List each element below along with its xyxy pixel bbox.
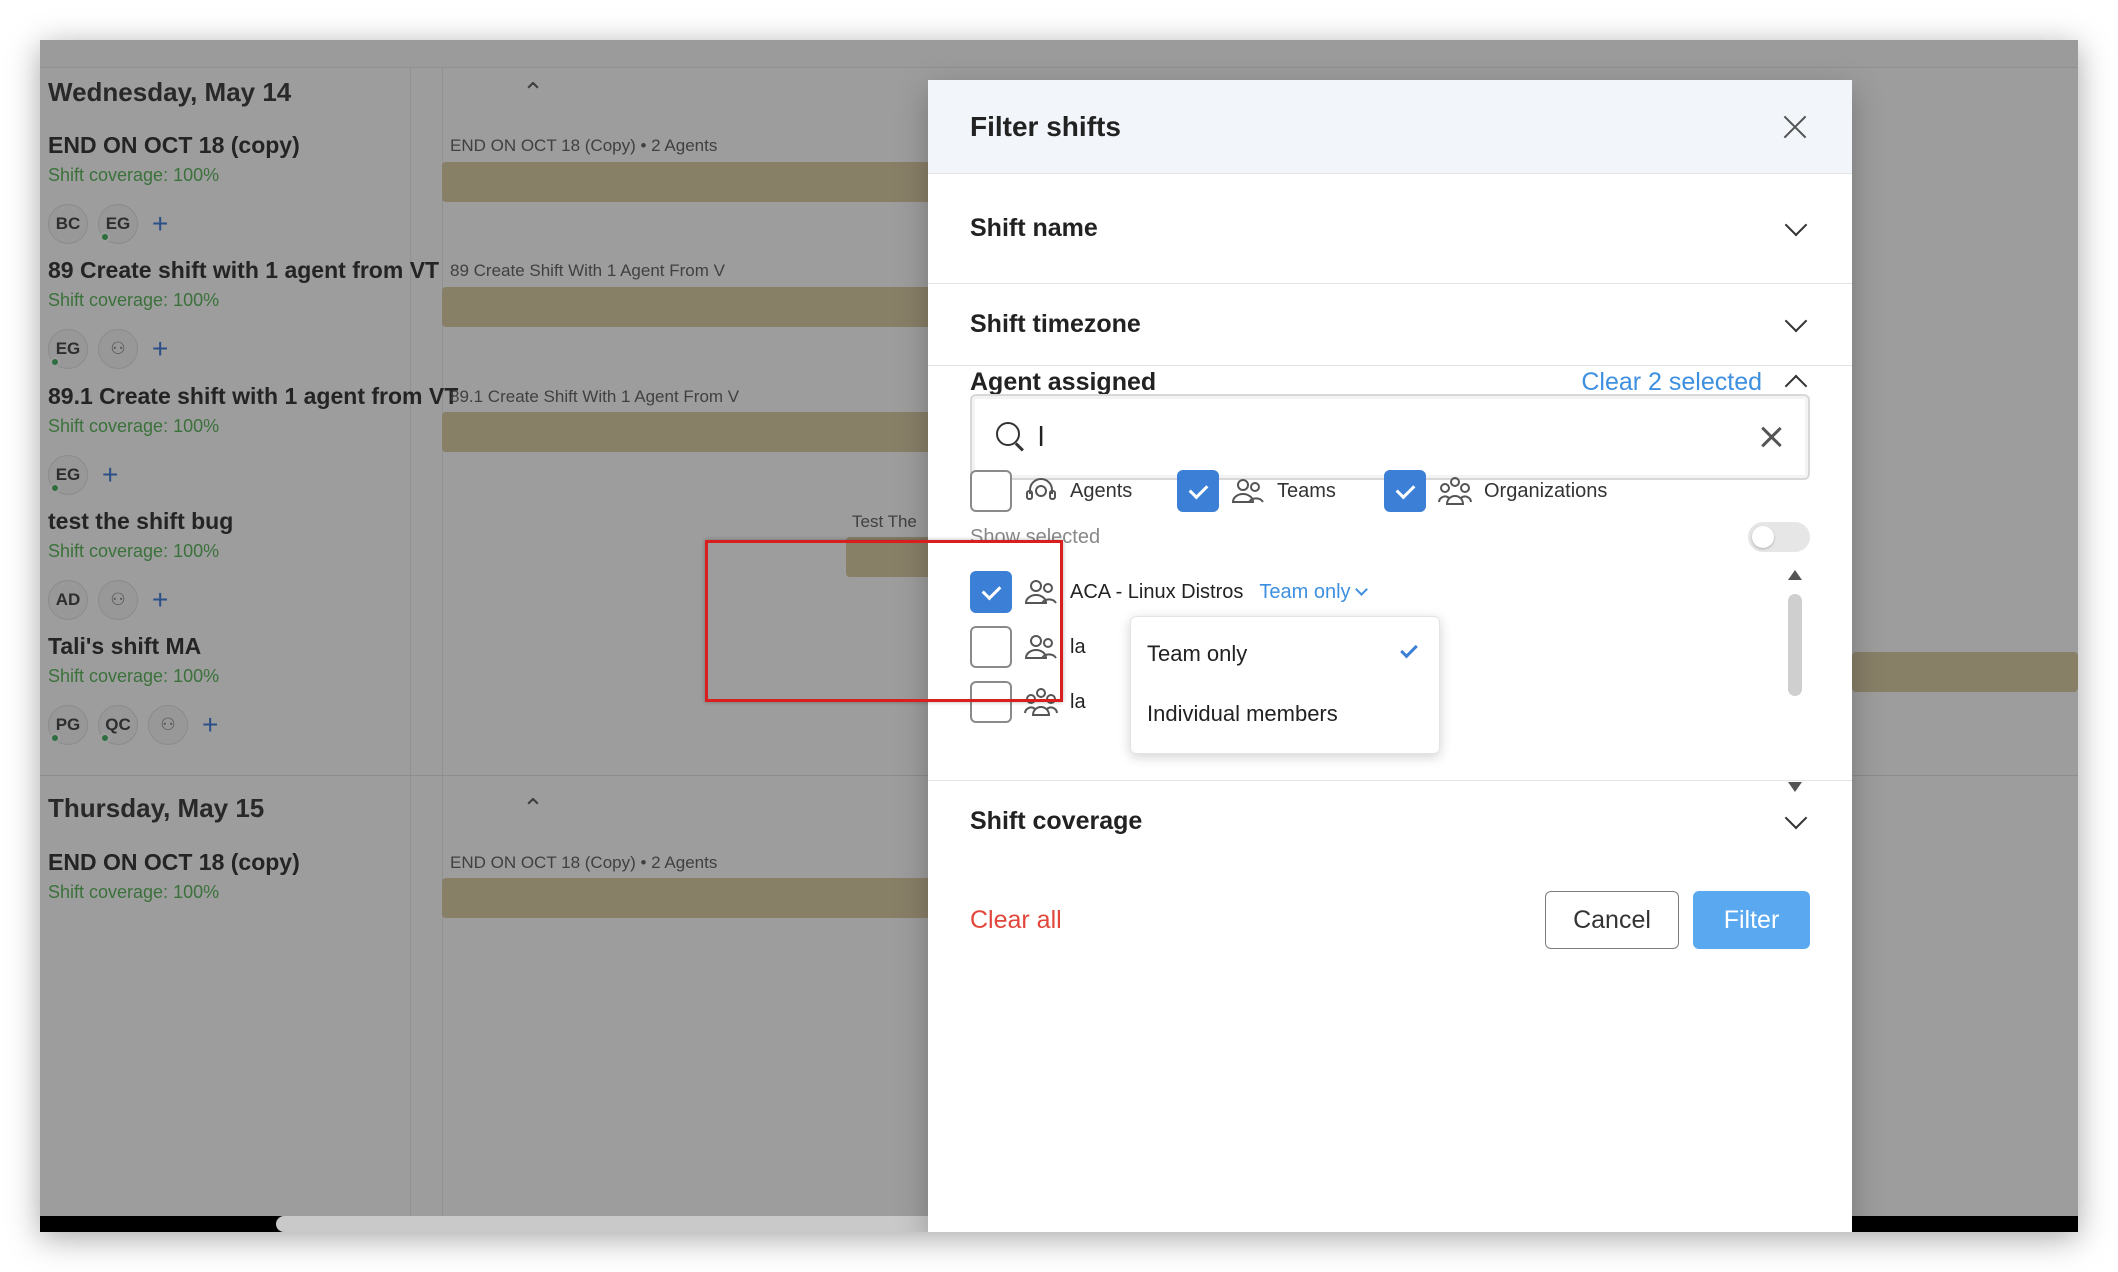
clear-all-link[interactable]: Clear all xyxy=(970,906,1062,935)
list-item[interactable]: la xyxy=(970,681,1086,723)
team-icon xyxy=(1024,635,1057,659)
chevron-down-icon[interactable] xyxy=(1784,806,1808,829)
chevron-down-icon[interactable] xyxy=(1784,213,1808,236)
result-checkbox[interactable] xyxy=(970,626,1012,668)
search-input[interactable] xyxy=(1038,421,1758,453)
result-checkbox[interactable] xyxy=(970,681,1012,723)
type-label: Agents xyxy=(1070,479,1133,502)
filter-shifts-modal: Filter shifts Shift name Shift timezone … xyxy=(928,80,1852,1232)
type-label: Teams xyxy=(1277,479,1336,502)
type-option-organizations[interactable]: Organizations xyxy=(1384,470,1607,512)
type-option-teams[interactable]: Teams xyxy=(1177,470,1336,512)
modal-footer: Clear all Cancel Filter xyxy=(928,870,1852,970)
organizations-checkbox[interactable] xyxy=(1384,470,1426,512)
modal-header: Filter shifts xyxy=(928,80,1852,174)
show-selected-toggle[interactable] xyxy=(1748,522,1810,552)
show-selected-label: Show selected xyxy=(970,525,1101,548)
teams-checkbox[interactable] xyxy=(1177,470,1219,512)
agents-checkbox[interactable] xyxy=(970,470,1012,512)
section-title: Shift timezone xyxy=(970,310,1141,338)
result-checkbox[interactable] xyxy=(970,571,1012,613)
type-option-agents[interactable]: Agents xyxy=(970,470,1132,512)
team-icon xyxy=(1024,580,1057,604)
app-window: Wednesday, May 14 ⌃ END ON OCT 18 (copy)… xyxy=(40,40,2078,1232)
dropdown-option-team-only[interactable]: Team only xyxy=(1147,641,1247,667)
organization-icon xyxy=(1024,688,1058,716)
result-label: la xyxy=(1070,635,1086,658)
filter-button[interactable]: Filter xyxy=(1693,891,1810,949)
mode-selector[interactable]: Team only xyxy=(1259,580,1368,604)
list-item[interactable]: la xyxy=(970,626,1086,668)
scrollbar-thumb[interactable] xyxy=(1788,594,1802,696)
section-title: Shift name xyxy=(970,214,1098,242)
mode-dropdown-menu: Team only Individual members xyxy=(1130,616,1440,754)
type-label: Organizations xyxy=(1484,479,1608,502)
dropdown-option-individual-members[interactable]: Individual members xyxy=(1147,701,1338,727)
result-label: la xyxy=(1070,690,1086,713)
list-item[interactable]: ACA - Linux Distros Team only xyxy=(970,571,1368,613)
scroll-up-icon[interactable] xyxy=(1788,570,1802,580)
chevron-down-icon xyxy=(1354,582,1368,596)
agent-search-field[interactable] xyxy=(970,394,1810,480)
section-title: Shift coverage xyxy=(970,807,1143,835)
search-icon xyxy=(996,422,1026,452)
results-scrollbar[interactable] xyxy=(1780,564,1810,796)
clear-selected-link[interactable]: Clear 2 selected xyxy=(1581,368,1762,397)
mode-selector-label: Team only xyxy=(1259,580,1351,603)
result-label: ACA - Linux Distros xyxy=(1070,580,1244,603)
type-filter-row: Agents Teams Organizations xyxy=(970,470,1810,520)
results-list: ACA - Linux Distros Team only la la Team… xyxy=(970,564,1810,796)
cancel-button[interactable]: Cancel xyxy=(1545,891,1679,949)
close-icon[interactable] xyxy=(1780,112,1810,142)
chevron-down-icon[interactable] xyxy=(1784,309,1808,332)
clear-search-icon[interactable] xyxy=(1758,424,1784,450)
headset-icon xyxy=(1026,478,1056,500)
team-icon xyxy=(1231,479,1264,503)
checkmark-icon xyxy=(1400,640,1418,659)
section-shift-name[interactable]: Shift name xyxy=(928,174,1852,284)
modal-title: Filter shifts xyxy=(970,110,1121,142)
section-title: Agent assigned xyxy=(970,367,1157,396)
organization-icon xyxy=(1438,477,1472,505)
show-selected-row: Show selected xyxy=(970,520,1810,554)
section-shift-coverage[interactable]: Shift coverage xyxy=(928,780,1852,862)
